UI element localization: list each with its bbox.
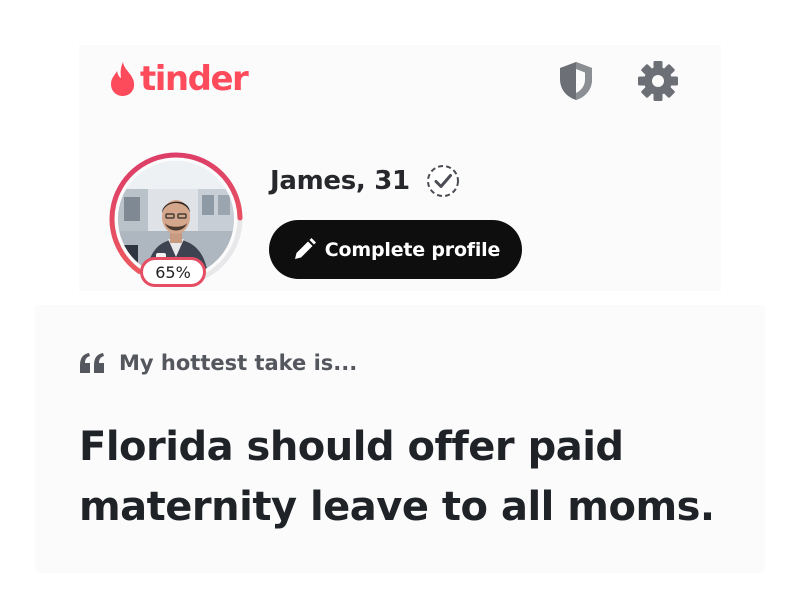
name-row: James, 31 (270, 162, 462, 200)
gear-icon (638, 61, 678, 101)
verified-check-icon[interactable] (424, 162, 462, 200)
quote-icon (80, 353, 104, 373)
profile-name-age: James, 31 (270, 166, 410, 196)
prompt-answer: Florida should offer paid maternity leav… (79, 424, 715, 530)
flame-icon (111, 62, 135, 96)
prompt-question: My hottest take is... (119, 351, 358, 375)
logo-text: tinder (140, 59, 249, 99)
complete-profile-label: Complete profile (324, 238, 501, 261)
profile-header: tinder 65% James, 31 Complete profile (79, 45, 721, 291)
tinder-logo: tinder (109, 59, 249, 99)
settings-button[interactable] (636, 59, 680, 103)
prompt-header: My hottest take is... (78, 351, 357, 375)
pencil-icon (294, 237, 316, 259)
completion-badge: 65% (140, 257, 206, 287)
prompt-card: My hottest take is... Florida should off… (35, 305, 765, 573)
safety-shield-button[interactable] (554, 59, 598, 103)
profile-avatar[interactable]: 65% (106, 149, 246, 289)
complete-profile-button[interactable]: Complete profile (269, 220, 522, 279)
shield-icon (560, 62, 592, 100)
